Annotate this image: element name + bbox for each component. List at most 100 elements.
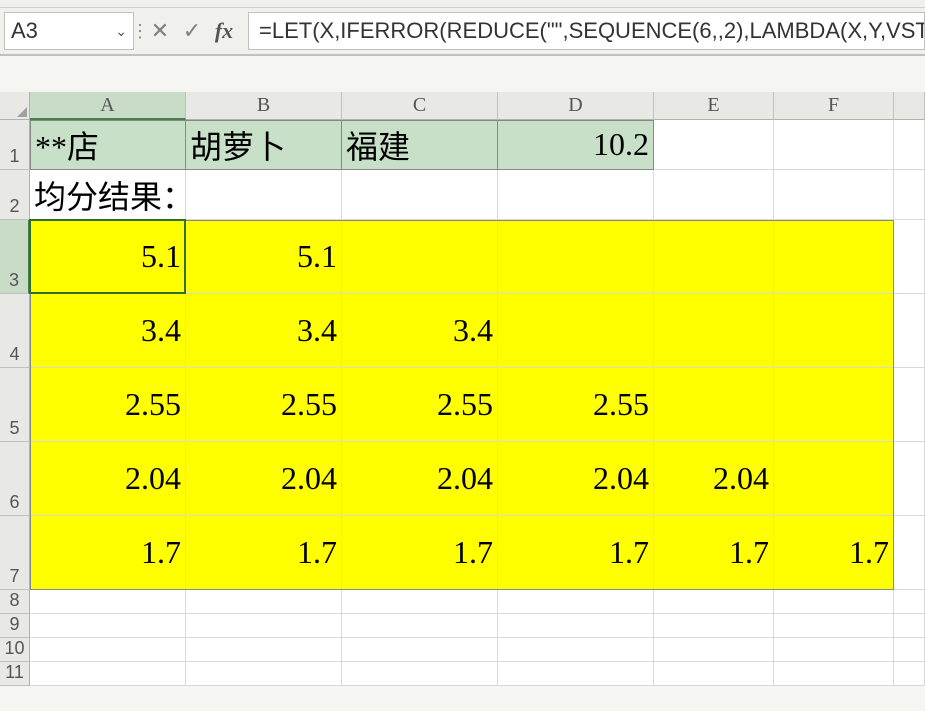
row-header-6[interactable]: 6	[0, 442, 30, 516]
cell-C2[interactable]	[342, 170, 498, 220]
cell-D11[interactable]	[498, 662, 654, 686]
row-header-7[interactable]: 7	[0, 516, 30, 590]
cell-D10[interactable]	[498, 638, 654, 662]
cell-A8[interactable]	[30, 590, 186, 614]
row-header-11[interactable]: 11	[0, 662, 30, 686]
cell-B2[interactable]	[186, 170, 342, 220]
cell-E1[interactable]	[654, 120, 774, 170]
cell-E3[interactable]	[654, 220, 774, 294]
cell-C8[interactable]	[342, 590, 498, 614]
cell-A7[interactable]: 1.7	[30, 516, 186, 590]
formula-input[interactable]: =LET(X,IFERROR(REDUCE("",SEQUENCE(6,,2),…	[248, 12, 925, 50]
cell-D6[interactable]: 2.04	[498, 442, 654, 516]
cell-G4[interactable]	[894, 294, 925, 368]
cell-G7[interactable]	[894, 516, 925, 590]
cell-A10[interactable]	[30, 638, 186, 662]
cell-B1[interactable]: 胡萝卜	[186, 120, 342, 170]
row-header-9[interactable]: 9	[0, 614, 30, 638]
col-header-F[interactable]: F	[774, 92, 894, 120]
cell-B5[interactable]: 2.55	[186, 368, 342, 442]
cell-A2[interactable]: 均分结果：	[30, 170, 186, 220]
cell-B4[interactable]: 3.4	[186, 294, 342, 368]
confirm-icon[interactable]: ✓	[176, 12, 208, 50]
row-header-3[interactable]: 3	[0, 220, 30, 294]
spreadsheet-grid[interactable]: A B C D E F 1 2 3 4 5 6 7 8 9 10 11	[0, 92, 925, 686]
name-box[interactable]: A3 ⌄	[4, 12, 134, 50]
cell-A1[interactable]: **店	[30, 120, 186, 170]
cell-E5[interactable]	[654, 368, 774, 442]
cell-F8[interactable]	[774, 590, 894, 614]
cell-C7[interactable]: 1.7	[342, 516, 498, 590]
chevron-down-icon[interactable]: ⌄	[115, 23, 127, 40]
cell-B3[interactable]: 5.1	[186, 220, 342, 294]
cell-E4[interactable]	[654, 294, 774, 368]
cell-C10[interactable]	[342, 638, 498, 662]
cell-F1[interactable]	[774, 120, 894, 170]
cell-B11[interactable]	[186, 662, 342, 686]
cell-G1[interactable]	[894, 120, 925, 170]
cell-C1[interactable]: 福建	[342, 120, 498, 170]
cell-A4[interactable]: 3.4	[30, 294, 186, 368]
cell-E10[interactable]	[654, 638, 774, 662]
cell-D8[interactable]	[498, 590, 654, 614]
row-header-5[interactable]: 5	[0, 368, 30, 442]
row-header-4[interactable]: 4	[0, 294, 30, 368]
col-header-C[interactable]: C	[342, 92, 498, 120]
cancel-icon[interactable]: ✕	[144, 12, 176, 50]
cell-A3[interactable]: 5.1	[30, 220, 186, 294]
select-all-corner[interactable]	[0, 92, 30, 120]
cell-E6[interactable]: 2.04	[654, 442, 774, 516]
col-header-D[interactable]: D	[498, 92, 654, 120]
cell-C6[interactable]: 2.04	[342, 442, 498, 516]
cell-C4[interactable]: 3.4	[342, 294, 498, 368]
cell-D9[interactable]	[498, 614, 654, 638]
cell-F9[interactable]	[774, 614, 894, 638]
cell-G5[interactable]	[894, 368, 925, 442]
cell-F7[interactable]: 1.7	[774, 516, 894, 590]
row-header-1[interactable]: 1	[0, 120, 30, 170]
row-header-2[interactable]: 2	[0, 170, 30, 220]
cell-B7[interactable]: 1.7	[186, 516, 342, 590]
cell-F10[interactable]	[774, 638, 894, 662]
cell-F3[interactable]	[774, 220, 894, 294]
cell-B10[interactable]	[186, 638, 342, 662]
col-header-A[interactable]: A	[30, 92, 186, 120]
cell-C9[interactable]	[342, 614, 498, 638]
cell-F6[interactable]	[774, 442, 894, 516]
cell-D4[interactable]	[498, 294, 654, 368]
cell-E7[interactable]: 1.7	[654, 516, 774, 590]
cell-D2[interactable]	[498, 170, 654, 220]
cell-C11[interactable]	[342, 662, 498, 686]
cell-A11[interactable]	[30, 662, 186, 686]
cell-G10[interactable]	[894, 638, 925, 662]
cell-G9[interactable]	[894, 614, 925, 638]
cell-G3[interactable]	[894, 220, 925, 294]
cell-C5[interactable]: 2.55	[342, 368, 498, 442]
cell-D1[interactable]: 10.2	[498, 120, 654, 170]
cell-A9[interactable]	[30, 614, 186, 638]
cell-D7[interactable]: 1.7	[498, 516, 654, 590]
cell-G6[interactable]	[894, 442, 925, 516]
cell-E11[interactable]	[654, 662, 774, 686]
col-header-E[interactable]: E	[654, 92, 774, 120]
cell-F4[interactable]	[774, 294, 894, 368]
cell-G8[interactable]	[894, 590, 925, 614]
cell-C3[interactable]	[342, 220, 498, 294]
cell-A5[interactable]: 2.55	[30, 368, 186, 442]
row-header-8[interactable]: 8	[0, 590, 30, 614]
cell-E9[interactable]	[654, 614, 774, 638]
cell-E2[interactable]	[654, 170, 774, 220]
cell-B8[interactable]	[186, 590, 342, 614]
cell-B9[interactable]	[186, 614, 342, 638]
cell-G11[interactable]	[894, 662, 925, 686]
cell-F5[interactable]	[774, 368, 894, 442]
cell-A6[interactable]: 2.04	[30, 442, 186, 516]
cell-F2[interactable]	[774, 170, 894, 220]
fx-icon[interactable]: fx	[208, 12, 240, 50]
cell-F11[interactable]	[774, 662, 894, 686]
cell-D3[interactable]	[498, 220, 654, 294]
cell-B6[interactable]: 2.04	[186, 442, 342, 516]
cell-D5[interactable]: 2.55	[498, 368, 654, 442]
cell-G2[interactable]	[894, 170, 925, 220]
col-header-B[interactable]: B	[186, 92, 342, 120]
